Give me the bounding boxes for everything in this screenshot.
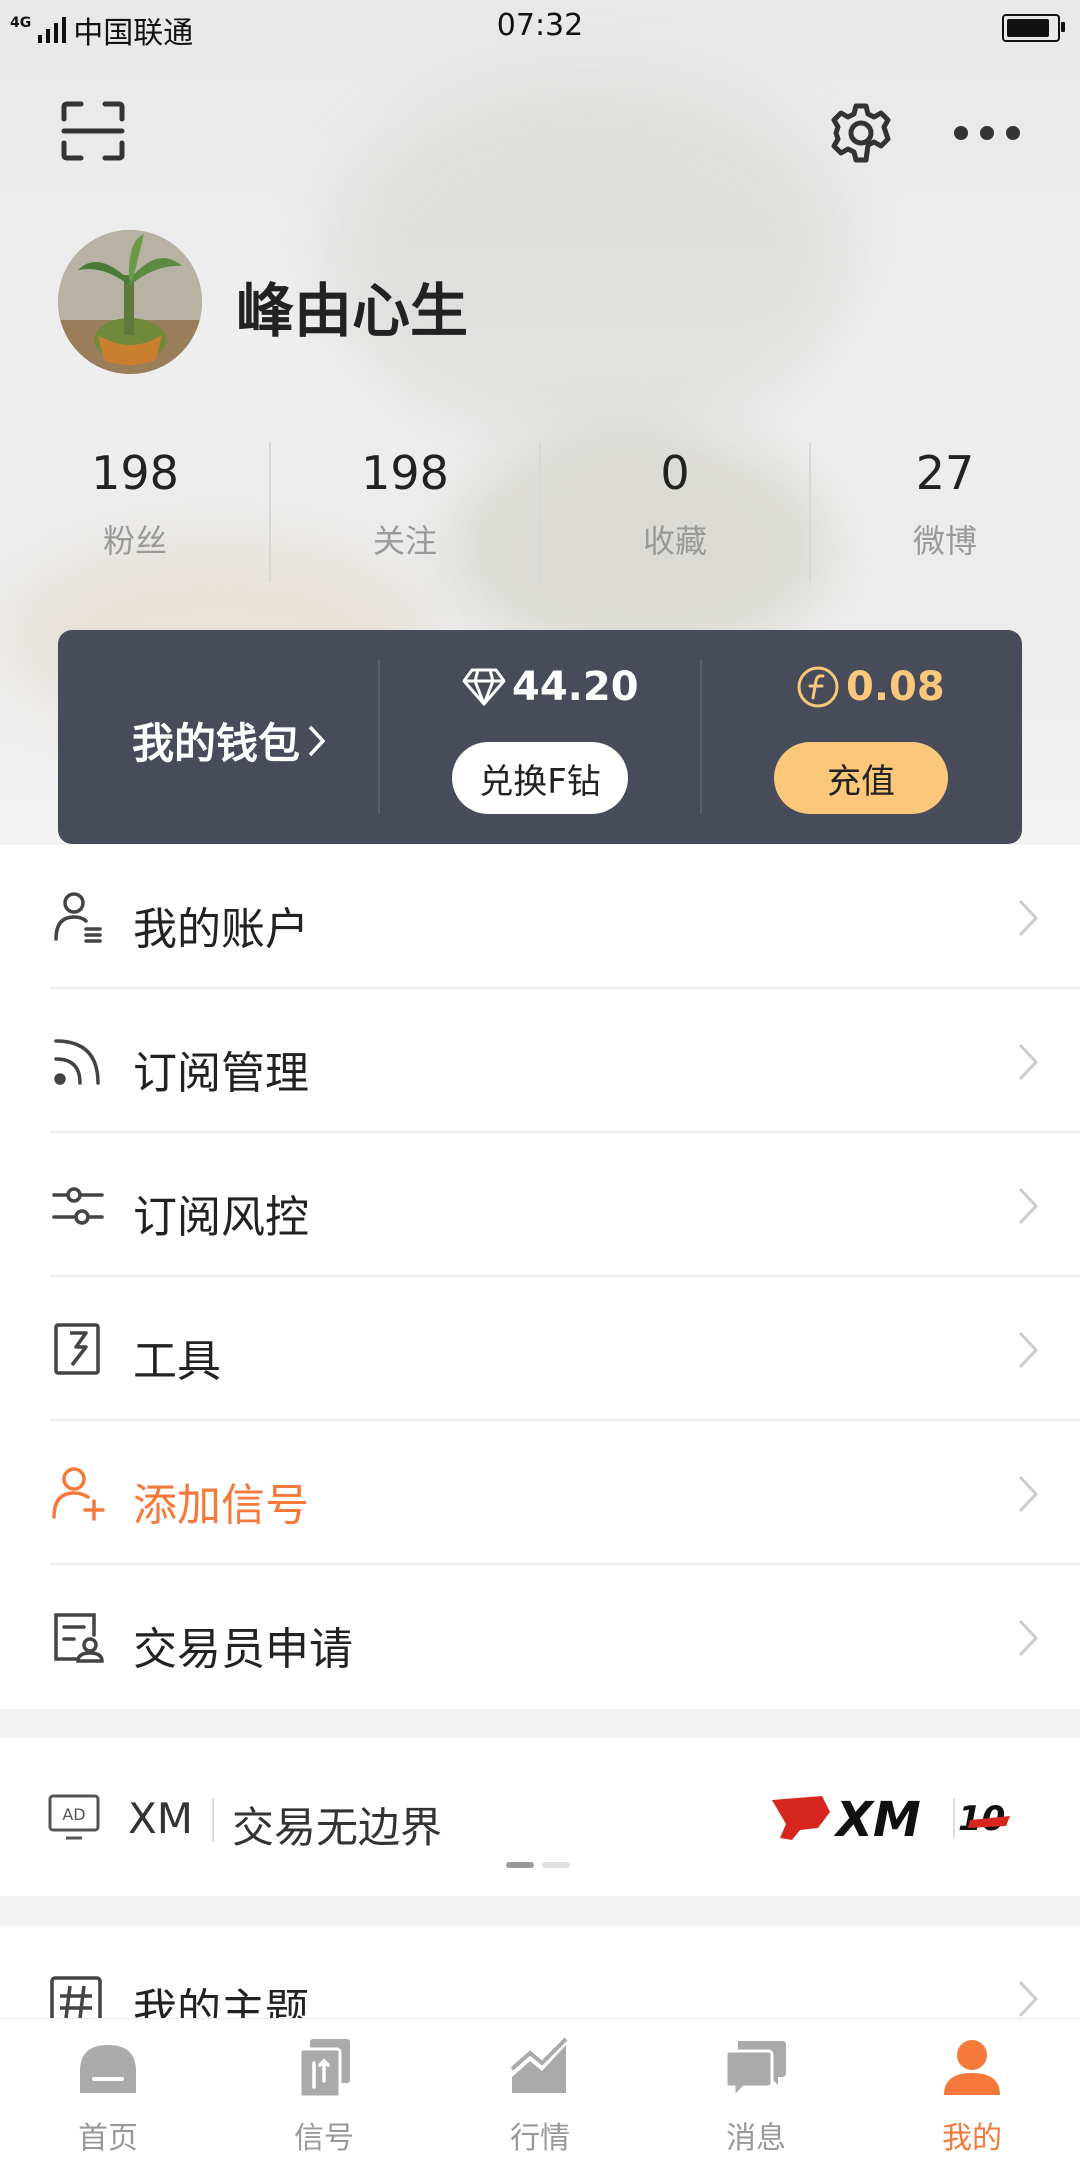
tab-label: 行情 <box>510 2121 570 2156</box>
add-user-icon <box>52 1467 105 1521</box>
avatar[interactable] <box>58 230 202 374</box>
stat-fans[interactable]: 198 粉丝 <box>0 440 270 590</box>
account-icon <box>54 892 102 943</box>
chevron-right-icon <box>1018 1043 1039 1081</box>
menu-list: 我的账户 订阅管理 订阅风控 工具 添加信号 交易员申请 <box>0 845 1080 1709</box>
menu-item-trader-application[interactable]: 交易员申请 <box>0 1565 1080 1709</box>
stats-row: 198 粉丝 198 关注 0 收藏 27 微博 <box>0 440 1080 590</box>
more-button[interactable] <box>952 118 1022 148</box>
wallet-title: 我的钱包 <box>132 719 301 768</box>
tab-home[interactable]: 首页 <box>0 2019 216 2161</box>
stat-favorites[interactable]: 0 收藏 <box>540 440 810 590</box>
market-chart-icon <box>510 2037 568 2093</box>
menu-item-subscription-management[interactable]: 订阅管理 <box>0 989 1080 1133</box>
ad-slogan: 交易无边界 <box>232 1803 443 1852</box>
menu-label: 工具 <box>133 1336 221 1387</box>
stat-value: 27 <box>915 446 975 500</box>
stat-divider <box>539 442 541 582</box>
signal-cards-icon <box>298 2039 350 2099</box>
diamond-icon <box>462 668 506 706</box>
xm-logo-text: XM <box>833 1792 921 1846</box>
carousel-dot-active <box>506 1862 534 1868</box>
diamond-balance: 44.20 <box>462 664 639 710</box>
tools-icon <box>54 1323 100 1375</box>
chat-icon <box>724 2041 786 2099</box>
scan-icon <box>61 101 125 161</box>
tab-label: 信号 <box>294 2121 354 2156</box>
coin-icon <box>797 666 839 708</box>
stat-label: 微博 <box>912 522 977 560</box>
stat-value: 0 <box>660 446 690 500</box>
stat-label: 粉丝 <box>102 522 167 560</box>
ad-icon: AD <box>48 1794 100 1840</box>
tab-label: 首页 <box>78 2121 138 2156</box>
tab-mine[interactable]: 我的 <box>864 2019 1080 2161</box>
battery-icon <box>1002 14 1065 42</box>
xm-logo: XM 10 <box>770 1790 1020 1850</box>
stat-value: 198 <box>361 446 449 500</box>
coin-balance: 0.08 <box>796 664 945 710</box>
menu-label: 订阅管理 <box>133 1048 309 1099</box>
user-icon <box>944 2040 1000 2095</box>
ad-brand: XM <box>128 1794 194 1843</box>
menu-item-add-signal[interactable]: 添加信号 <box>0 1421 1080 1565</box>
ad-banner[interactable]: AD XM 交易无边界 XM 10 <box>0 1738 1080 1896</box>
chevron-right-icon <box>1018 1475 1039 1513</box>
menu-label: 我的账户 <box>133 904 309 955</box>
trader-apply-icon <box>54 1613 104 1663</box>
settings-button[interactable] <box>828 100 894 166</box>
diamond-value: 44.20 <box>512 664 639 710</box>
status-bar: 4G 中国联通 07:32 <box>0 0 1080 56</box>
sliders-icon <box>52 1187 104 1225</box>
coin-value: 0.08 <box>846 664 945 710</box>
scan-button[interactable] <box>60 100 126 162</box>
stat-label: 收藏 <box>642 522 707 560</box>
chevron-right-icon <box>1018 1619 1039 1657</box>
chevron-right-icon <box>1018 1187 1039 1225</box>
more-icon <box>954 126 1020 140</box>
stat-value: 198 <box>91 446 179 500</box>
menu-item-my-theme[interactable]: 我的主题 <box>0 1926 1080 2026</box>
wallet-card: 我的钱包 44.20 兑换F钻 0.08 充值 <box>58 630 1022 844</box>
wallet-divider <box>700 660 702 814</box>
tab-market[interactable]: 行情 <box>432 2019 648 2161</box>
bottom-tab-bar: 首页 信号 行情 消息 我的 <box>0 2018 1080 2161</box>
gear-icon <box>831 103 891 163</box>
chevron-right-icon <box>1018 1331 1039 1369</box>
stat-following[interactable]: 198 关注 <box>270 440 540 590</box>
stat-divider <box>809 442 811 582</box>
menu-label: 添加信号 <box>133 1480 309 1531</box>
tab-label: 我的 <box>942 2121 1002 2156</box>
chevron-right-icon <box>1018 1980 1039 2018</box>
exchange-button[interactable]: 兑换F钻 <box>452 742 628 814</box>
home-icon <box>80 2045 136 2093</box>
menu-label: 交易员申请 <box>133 1624 353 1675</box>
stat-divider <box>269 442 271 582</box>
menu-item-tools[interactable]: 工具 <box>0 1277 1080 1421</box>
chevron-right-icon <box>1018 899 1039 937</box>
tab-signal[interactable]: 信号 <box>216 2019 432 2161</box>
stat-weibo[interactable]: 27 微博 <box>810 440 1080 590</box>
menu-item-my-account[interactable]: 我的账户 <box>0 845 1080 989</box>
carousel-dot <box>542 1862 570 1868</box>
rss-icon <box>54 1039 100 1085</box>
chevron-right-icon <box>308 725 326 756</box>
stat-label: 关注 <box>372 522 437 560</box>
ad-separator <box>212 1798 214 1842</box>
menu-label: 订阅风控 <box>133 1192 309 1243</box>
status-time: 07:32 <box>496 8 584 43</box>
wallet-divider <box>378 660 380 814</box>
ad-badge-text: AD <box>62 1805 85 1824</box>
wallet-link[interactable]: 我的钱包 <box>132 710 328 771</box>
tab-messages[interactable]: 消息 <box>648 2019 864 2161</box>
recharge-button[interactable]: 充值 <box>774 742 948 814</box>
carousel-indicator <box>506 1862 570 1868</box>
tab-label: 消息 <box>726 2121 786 2156</box>
username: 峰由心生 <box>236 277 469 345</box>
menu-item-subscription-risk-control[interactable]: 订阅风控 <box>0 1133 1080 1277</box>
